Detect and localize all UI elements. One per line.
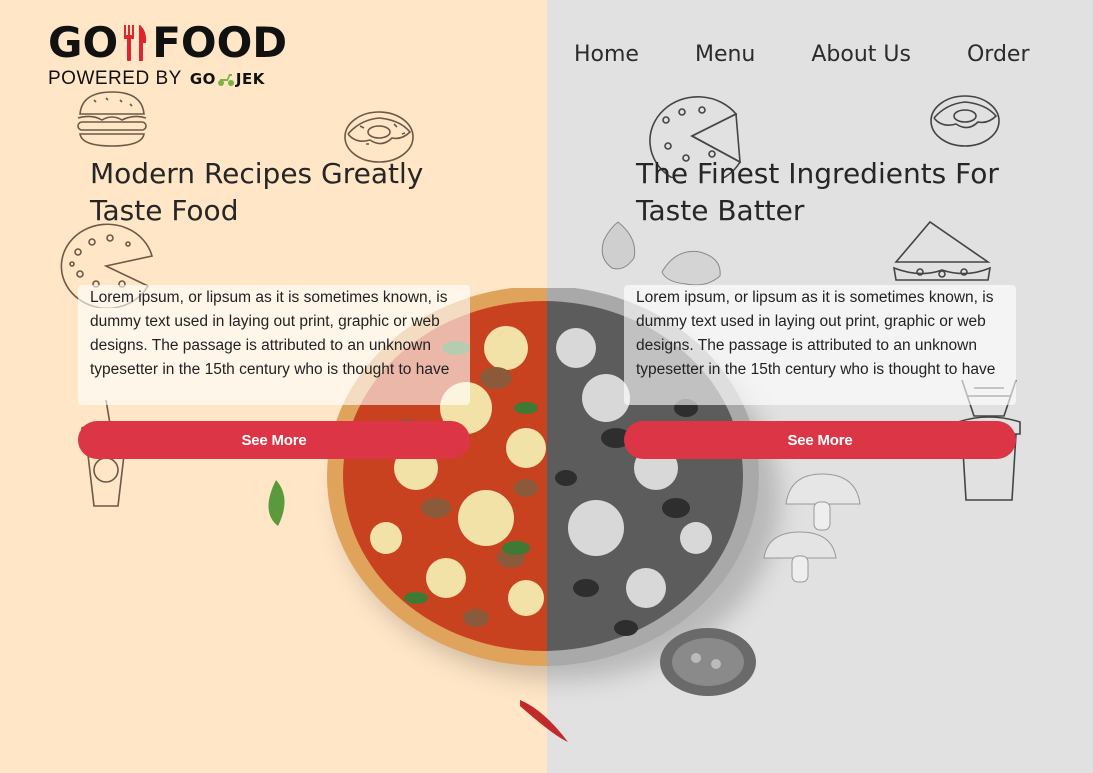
basil-leaf-icon (268, 480, 285, 526)
nav-order[interactable]: Order (967, 42, 1030, 67)
main-nav: Home Menu About Us Order (574, 42, 1030, 67)
gojek-logo: GO JEK (190, 70, 265, 88)
scooter-icon (217, 74, 234, 86)
logo-food-text: FOOD (152, 18, 288, 67)
right-see-more-button[interactable]: See More (624, 421, 1016, 459)
left-description: Lorem ipsum, or lipsum as it is sometime… (78, 285, 470, 405)
right-description: Lorem ipsum, or lipsum as it is sometime… (624, 285, 1016, 405)
nav-menu[interactable]: Menu (695, 42, 755, 67)
gojek-jek-text: JEK (235, 70, 265, 88)
logo-wordmark: GO FOOD (48, 22, 287, 64)
nav-about-us[interactable]: About Us (811, 42, 911, 67)
chili-icon (520, 700, 568, 742)
powered-by-label: POWERED BY (48, 68, 182, 89)
left-see-more-button[interactable]: See More (78, 421, 470, 459)
fork-knife-icon (124, 25, 147, 61)
gojek-go-text: GO (189, 70, 216, 88)
right-headline: The Finest Ingredients For Taste Batter (636, 157, 999, 227)
nav-home[interactable]: Home (574, 42, 639, 67)
garlic-icon (661, 250, 721, 286)
tomato-icon (660, 628, 756, 696)
left-headline: Modern Recipes Greatly Taste Food (90, 157, 424, 227)
brand-logo[interactable]: GO FOOD POWERED BY GO JEK (48, 22, 287, 90)
logo-go-text: GO (48, 18, 119, 67)
burger-doodle-icon (77, 91, 147, 147)
mushroom-icon (785, 473, 861, 531)
donut-doodle-icon (930, 95, 1000, 147)
powered-by: POWERED BY GO JEK (48, 68, 287, 90)
mushroom-icon (763, 531, 837, 583)
